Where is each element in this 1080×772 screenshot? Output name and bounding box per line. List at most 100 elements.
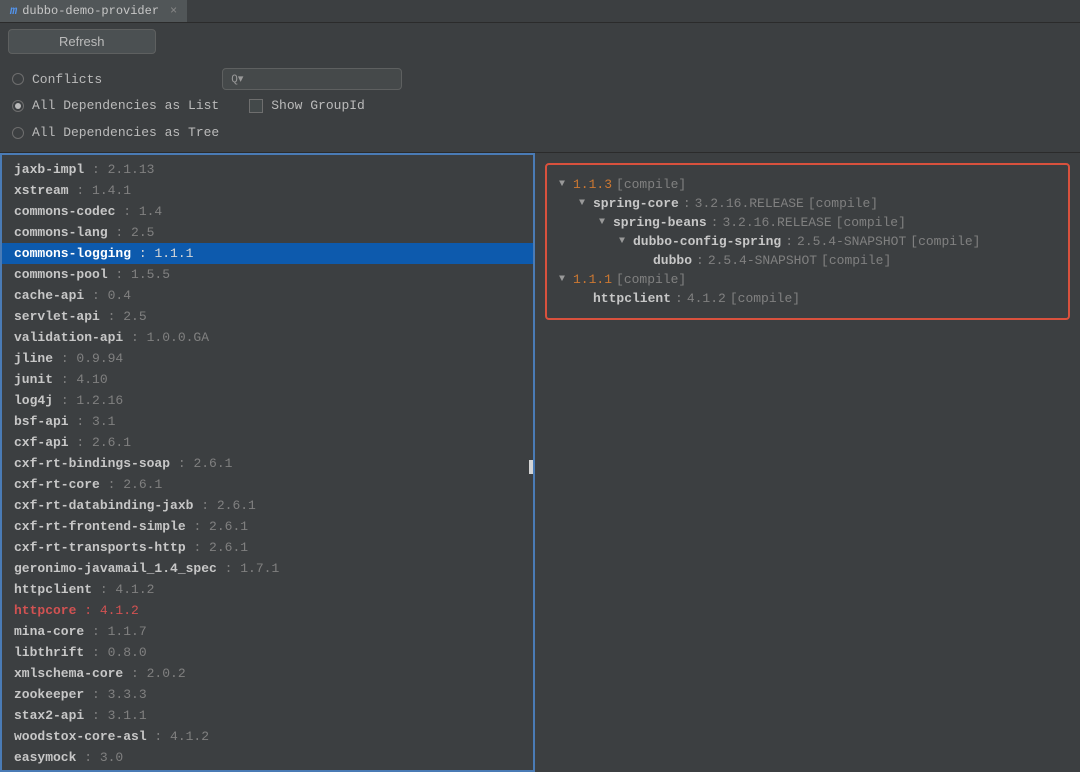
dep-name: zookeeper: [14, 687, 84, 702]
dep-name: mina-core: [14, 624, 84, 639]
tree-node[interactable]: ▼spring-beans : 3.2.16.RELEASE [compile]: [555, 213, 1060, 232]
dep-sep: :: [69, 414, 92, 429]
dep-version: 4.1.2: [115, 582, 154, 597]
dep-version: 1.4: [139, 204, 162, 219]
dep-version: 2.6.1: [193, 456, 232, 471]
list-item[interactable]: commons-lang : 2.5: [2, 222, 533, 243]
tree-artifact: spring-core: [593, 196, 679, 211]
dep-name: servlet-api: [14, 309, 100, 324]
list-item[interactable]: commons-codec : 1.4: [2, 201, 533, 222]
dep-sep: :: [76, 603, 99, 618]
dep-version: 2.0.2: [147, 666, 186, 681]
refresh-button[interactable]: Refresh: [8, 29, 156, 54]
dep-version: 1.1.1: [154, 246, 193, 261]
dep-sep: :: [53, 372, 76, 387]
list-item[interactable]: cxf-api : 2.6.1: [2, 432, 533, 453]
dep-version: 1.5.5: [131, 267, 170, 282]
list-item[interactable]: commons-logging : 1.1.1: [2, 243, 533, 264]
dep-version: 3.1.1: [108, 708, 147, 723]
list-item[interactable]: validation-api : 1.0.0.GA: [2, 327, 533, 348]
dep-name: xstream: [14, 183, 69, 198]
dep-name: jaxb-impl: [14, 162, 84, 177]
options-row-3: All Dependencies as Tree: [0, 121, 1080, 152]
all-deps-list-radio[interactable]: All Dependencies as List: [12, 98, 219, 113]
list-item[interactable]: servlet-api : 2.5: [2, 306, 533, 327]
tree-node[interactable]: httpclient : 4.1.2 [compile]: [555, 289, 1060, 308]
list-item[interactable]: jaxb-impl : 2.1.13: [2, 159, 533, 180]
list-item[interactable]: xstream : 1.4.1: [2, 180, 533, 201]
list-item[interactable]: cxf-rt-bindings-soap : 2.6.1: [2, 453, 533, 474]
dep-name: httpclient: [14, 582, 92, 597]
list-item[interactable]: jline : 0.9.94: [2, 348, 533, 369]
tree-scope: [compile]: [616, 272, 686, 287]
tree-scope: [compile]: [808, 196, 878, 211]
list-item[interactable]: cache-api : 0.4: [2, 285, 533, 306]
dep-sep: :: [115, 204, 138, 219]
list-item[interactable]: woodstox-core-asl : 4.1.2: [2, 726, 533, 747]
radio-icon: [12, 73, 24, 85]
list-item[interactable]: cxf-rt-databinding-jaxb : 2.6.1: [2, 495, 533, 516]
tree-version: 3.2.16.RELEASE: [695, 196, 804, 211]
dep-name: cxf-rt-core: [14, 477, 100, 492]
list-item[interactable]: libthrift : 0.8.0: [2, 642, 533, 663]
conflicts-radio[interactable]: Conflicts: [12, 72, 102, 87]
list-item[interactable]: cxf-rt-frontend-simple : 2.6.1: [2, 516, 533, 537]
options-row-2: All Dependencies as List Show GroupId: [0, 98, 1080, 121]
dep-version: 2.6.1: [123, 477, 162, 492]
list-item[interactable]: geronimo-javamail_1.4_spec : 1.7.1: [2, 558, 533, 579]
dep-sep: :: [92, 582, 115, 597]
close-icon[interactable]: ×: [170, 4, 177, 18]
tree-version: 1.1.3: [573, 177, 612, 192]
dependency-tree[interactable]: ▼ 1.1.3 [compile] ▼ spring-core : 3.2.16.RE…: [545, 163, 1070, 320]
splitter-handle[interactable]: [529, 460, 535, 474]
list-item[interactable]: cxf-rt-core : 2.6.1: [2, 474, 533, 495]
tree-node[interactable]: ▼1.1.1 [compile]: [555, 270, 1060, 289]
dep-name: libthrift: [14, 645, 84, 660]
list-item[interactable]: commons-pool : 1.5.5: [2, 264, 533, 285]
tree-node[interactable]: ▼dubbo-config-spring : 2.5.4-SNAPSHOT [c…: [555, 232, 1060, 251]
checkbox-icon: [249, 99, 263, 113]
list-item[interactable]: junit : 4.10: [2, 369, 533, 390]
chevron-down-icon[interactable]: ▼: [575, 198, 589, 209]
chevron-down-icon[interactable]: ▼: [615, 236, 629, 247]
list-item[interactable]: log4j : 1.2.16: [2, 390, 533, 411]
dependency-list: jaxb-impl : 2.1.13xstream : 1.4.1commons…: [2, 155, 533, 772]
dep-name: woodstox-core-asl: [14, 729, 147, 744]
toolbar: Refresh: [0, 23, 1080, 60]
tree-node[interactable]: dubbo : 2.5.4-SNAPSHOT [compile]: [555, 251, 1060, 270]
search-input[interactable]: [247, 72, 402, 86]
tab-project[interactable]: m dubbo-demo-provider ×: [0, 0, 187, 22]
chevron-down-icon[interactable]: ▼: [555, 179, 569, 190]
dep-name: cxf-rt-frontend-simple: [14, 519, 186, 534]
dep-sep: :: [100, 477, 123, 492]
tree-sep: :: [711, 215, 719, 230]
list-item[interactable]: easymock : 3.0: [2, 747, 533, 768]
dependency-list-panel[interactable]: jaxb-impl : 2.1.13xstream : 1.4.1commons…: [0, 153, 535, 772]
search-field[interactable]: Q▾: [222, 68, 402, 90]
dep-version: 2.6.1: [209, 519, 248, 534]
show-groupid-check[interactable]: Show GroupId: [249, 98, 365, 113]
list-item[interactable]: xmlschema-core : 2.0.2: [2, 663, 533, 684]
tree-artifact: dubbo: [653, 253, 692, 268]
dep-version: 1.0.0.GA: [147, 330, 209, 345]
chevron-down-icon[interactable]: ▼: [595, 217, 609, 228]
list-item[interactable]: easymockclassextension : 3.0: [2, 768, 533, 772]
tree-node[interactable]: ▼spring-core : 3.2.16.RELEASE [compile]: [555, 194, 1060, 213]
dep-name: commons-logging: [14, 246, 131, 261]
dep-sep: :: [131, 246, 154, 261]
list-item[interactable]: cxf-rt-transports-http : 2.6.1: [2, 537, 533, 558]
dep-name: validation-api: [14, 330, 123, 345]
list-item[interactable]: httpcore : 4.1.2: [2, 600, 533, 621]
tree-node[interactable]: ▼1.1.3 [compile]: [555, 175, 1060, 194]
list-item[interactable]: mina-core : 1.1.7: [2, 621, 533, 642]
list-item[interactable]: bsf-api : 3.1: [2, 411, 533, 432]
all-deps-tree-radio[interactable]: All Dependencies as Tree: [12, 125, 219, 140]
list-item[interactable]: httpclient : 4.1.2: [2, 579, 533, 600]
dep-name: cxf-rt-databinding-jaxb: [14, 498, 193, 513]
list-item[interactable]: stax2-api : 3.1.1: [2, 705, 533, 726]
dep-sep: :: [53, 351, 76, 366]
tab-bar: m dubbo-demo-provider ×: [0, 0, 1080, 23]
list-item[interactable]: zookeeper : 3.3.3: [2, 684, 533, 705]
chevron-down-icon[interactable]: ▼: [555, 274, 569, 285]
dep-name: xmlschema-core: [14, 666, 123, 681]
